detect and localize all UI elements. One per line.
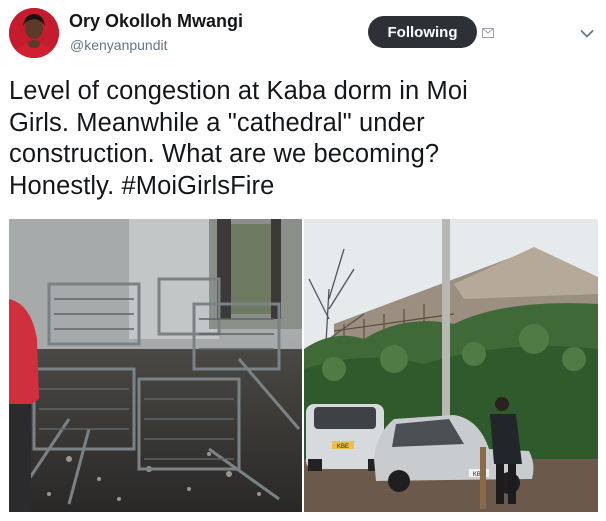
tweet-line: Girls. Meanwhile a "cathedral" under bbox=[9, 108, 425, 137]
burned-dorm-photo[interactable] bbox=[9, 219, 302, 512]
tweet-text: Level of congestion at Kaba dorm in Moi … bbox=[9, 76, 594, 202]
tweet-line: Honestly. #MoiGirlsFire bbox=[9, 171, 275, 200]
tweet-line: Level of congestion at Kaba dorm in Moi bbox=[9, 77, 468, 105]
envelope-icon[interactable] bbox=[482, 25, 494, 38]
author-handle[interactable]: @kenyanpundit bbox=[70, 37, 168, 53]
chevron-down-icon[interactable] bbox=[580, 26, 594, 38]
following-button-label: Following bbox=[387, 23, 458, 41]
tweet-line: construction. What are we becoming? bbox=[9, 140, 440, 168]
following-button[interactable]: Following bbox=[368, 16, 477, 48]
author-name[interactable]: Ory Okolloh Mwangi bbox=[69, 11, 243, 32]
plate-text: KBE bbox=[337, 444, 349, 450]
avatar[interactable] bbox=[9, 8, 59, 58]
cathedral-construction-photo[interactable]: KBE KBU bbox=[304, 219, 598, 512]
